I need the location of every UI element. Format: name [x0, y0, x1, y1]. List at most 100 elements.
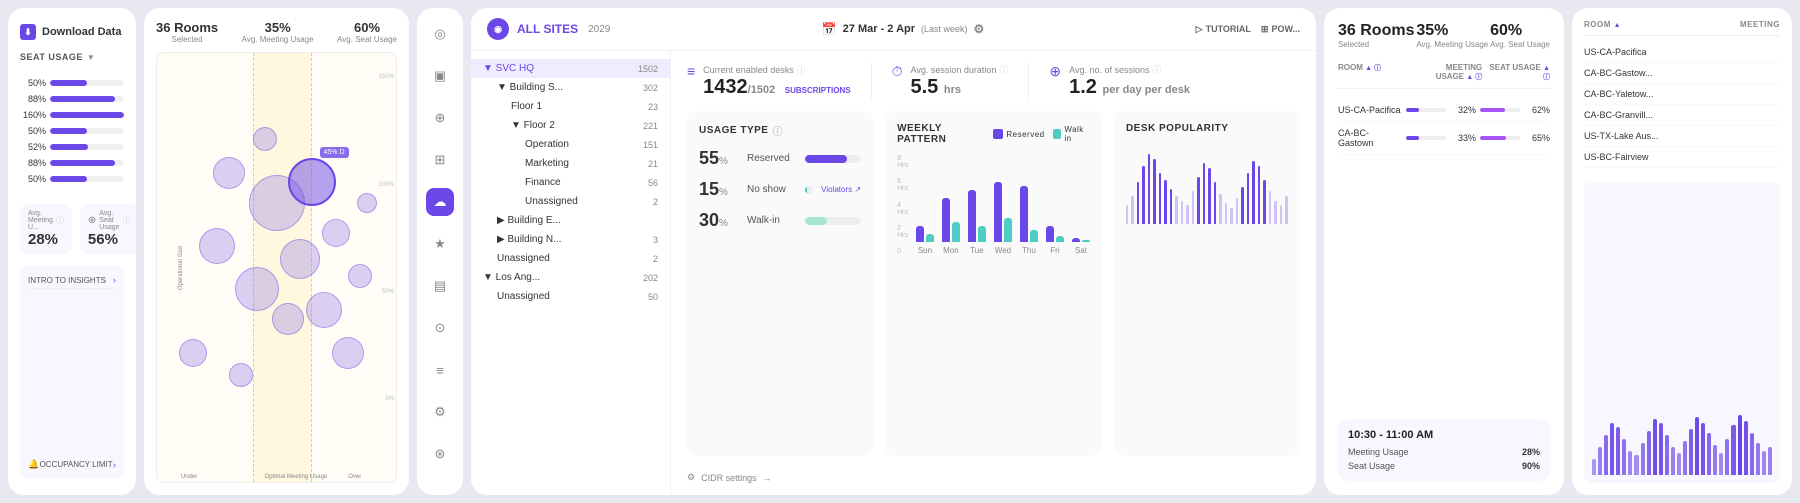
date-range[interactable]: 📅 27 Mar - 2 Apr (Last week) ⚙ — [822, 22, 985, 36]
tree-item[interactable]: Unassigned2 — [471, 249, 670, 268]
gear-icon[interactable]: ⚙ — [974, 22, 985, 36]
desk-icon: ≡ — [687, 63, 695, 79]
detail-seat-val: 90% — [1522, 461, 1540, 471]
rt-meeting-bar-fill — [1406, 136, 1419, 140]
circle-icon[interactable]: ⊙ — [426, 314, 454, 342]
walkin-bar — [1056, 236, 1064, 242]
session-duration-stat: ⏱ Avg. session duration ⓘ 5.5 hrs — [892, 63, 1009, 99]
tree-item[interactable]: ▼ Los Ang...202 — [471, 268, 670, 287]
usage-type-info: ⓘ — [772, 123, 783, 138]
subscriptions-link[interactable]: SUBSCRIPTIONS — [785, 86, 851, 95]
tree-item[interactable]: ▼ Floor 2221 — [471, 116, 670, 135]
weekly-legend: Reserved Walk in — [993, 125, 1090, 143]
intro-insights-row[interactable]: INTRO TO INSIGHTS › — [28, 272, 116, 289]
avg-meeting-bubble-sub: Avg. Meeting Usage — [242, 35, 314, 44]
right2-row[interactable]: CA-BC-Gastow... — [1584, 63, 1780, 84]
bottom-stats: Avg. Meeting U... ⓘ 28% ⊕ Avg. Seat Usag… — [20, 204, 124, 254]
grid-icon[interactable]: ⊞ — [426, 146, 454, 174]
right-table-row[interactable]: CA-BC-Gastown 33% 65% — [1338, 122, 1550, 155]
session-duration-label: Avg. session duration ⓘ — [910, 63, 1008, 76]
rt-meeting-header[interactable]: MEETING USAGE ▲ ⓘ — [1419, 63, 1483, 82]
tree-item-label: Floor 1 — [511, 101, 542, 112]
site-count: 2029 — [588, 24, 610, 35]
avg-seat-bubble-val: 60% — [337, 20, 397, 35]
desk-bar — [1148, 154, 1151, 224]
sort-icon2: ▲ ⓘ — [1466, 74, 1482, 81]
day-bars — [916, 226, 934, 242]
desk-bar — [1137, 182, 1140, 224]
sort-icon3: ▲ ⓘ — [1543, 65, 1550, 81]
right-table-header: ROOM ▲ ⓘ MEETING USAGE ▲ ⓘ SEAT USAGE ▲ … — [1338, 63, 1550, 89]
pow-btn[interactable]: ⊞ POW... — [1261, 24, 1300, 35]
right-table-row[interactable]: US-CA-Pacifica 32% 62% — [1338, 99, 1550, 122]
ut-label: No show — [747, 184, 797, 195]
right2-row[interactable]: US-CA-Pacifica — [1584, 42, 1780, 63]
download-button[interactable]: ⬇ Download Data — [20, 24, 124, 40]
charts-row: USAGE TYPE ⓘ 55% Reserved 15% No show Vi… — [687, 111, 1300, 456]
reserved-legend-icon — [993, 129, 1003, 139]
tree-item[interactable]: Unassigned50 — [471, 287, 670, 306]
r2-bar — [1659, 423, 1663, 475]
rt-seat-header[interactable]: SEAT USAGE ▲ ⓘ — [1486, 63, 1550, 82]
tree-item[interactable]: Finance56 — [471, 173, 670, 192]
seat-icon: ⊕ — [88, 215, 96, 226]
main-header: ◉ ALL SITES 2029 📅 27 Mar - 2 Apr (Last … — [471, 8, 1316, 51]
ai-icon[interactable]: ⊛ — [426, 440, 454, 468]
walkin-bar — [926, 234, 934, 242]
add-icon[interactable]: ⊕ — [426, 104, 454, 132]
y-axis-label: Operational Size — [178, 245, 184, 289]
r2-bar — [1707, 433, 1711, 475]
rt-seat-bar-fill — [1480, 136, 1506, 140]
desk-bar — [1258, 166, 1261, 224]
right-panel: 36 Rooms Selected 35% Avg. Meeting Usage… — [1324, 8, 1564, 495]
r2-room-header[interactable]: ROOM ▲ — [1584, 20, 1689, 29]
seat-usage-label: SEAT USAGE ▼ — [20, 52, 124, 62]
right2-header: ROOM ▲ MEETING — [1584, 20, 1780, 36]
desk-bar — [1164, 180, 1167, 224]
occupancy-limit-row[interactable]: 🔔 OCCUPANCY LIMIT › — [28, 456, 116, 473]
tree-item[interactable]: ▼ Building S...302 — [471, 78, 670, 97]
tree-item[interactable]: ▶ Building E... — [471, 211, 670, 230]
desk-bar — [1236, 198, 1239, 224]
tree-item[interactable]: Operation151 — [471, 135, 670, 154]
r2-bar — [1604, 435, 1608, 475]
tree-item[interactable]: Unassigned2 — [471, 192, 670, 211]
tutorial-btn[interactable]: ▷ TUTORIAL — [1196, 24, 1251, 35]
right2-row[interactable]: CA-BC-Yaletow... — [1584, 84, 1780, 105]
usage-type-row: 30% Walk-in — [699, 210, 861, 231]
home-icon[interactable]: ◎ — [426, 20, 454, 48]
cidr-row[interactable]: ⚙ CIDR settings → — [687, 468, 1300, 483]
building-icon[interactable]: ▣ — [426, 62, 454, 90]
walkin-bar — [1082, 240, 1090, 242]
info-icon: ⓘ — [56, 215, 64, 226]
rt-room-header[interactable]: ROOM ▲ ⓘ — [1338, 63, 1415, 82]
star-icon[interactable]: ★ — [426, 230, 454, 258]
right2-row[interactable]: CA-BC-Granvill... — [1584, 105, 1780, 126]
menu-icon[interactable]: ≡ — [426, 356, 454, 384]
r2-meeting-header[interactable]: MEETING — [1693, 20, 1780, 29]
tree-item[interactable]: ▼ SVC HQ1502 — [471, 59, 670, 78]
settings-icon[interactable]: ⚙ — [426, 398, 454, 426]
tree-item[interactable]: Marketing21 — [471, 154, 670, 173]
violators-link[interactable]: Violators ↗ — [821, 185, 861, 194]
cloud-icon[interactable]: ☁ — [426, 188, 454, 216]
all-sites-label[interactable]: ALL SITES — [517, 22, 578, 36]
arrow-icon: ▼ — [87, 53, 95, 62]
right2-row[interactable]: US-TX-Lake Aus... — [1584, 126, 1780, 147]
desk-bar — [1192, 191, 1195, 224]
tree-item[interactable]: Floor 123 — [471, 97, 670, 116]
table-icon[interactable]: ▤ — [426, 272, 454, 300]
bar-track — [50, 176, 124, 182]
desk-bar — [1203, 163, 1206, 224]
r2-bar — [1634, 455, 1638, 475]
r2-bar — [1683, 441, 1687, 475]
day-bars — [1020, 186, 1038, 242]
bubble — [322, 219, 350, 247]
right2-row[interactable]: US-BC-Fairview — [1584, 147, 1780, 168]
bar-fill — [50, 80, 87, 86]
day-label: Sun — [918, 246, 932, 255]
tree-item[interactable]: ▶ Building N...3 — [471, 230, 670, 249]
tree-item-count: 151 — [643, 140, 658, 150]
x-axis-label: Under — [181, 474, 197, 480]
right-rooms-stat: 36 Rooms Selected — [1338, 22, 1414, 49]
